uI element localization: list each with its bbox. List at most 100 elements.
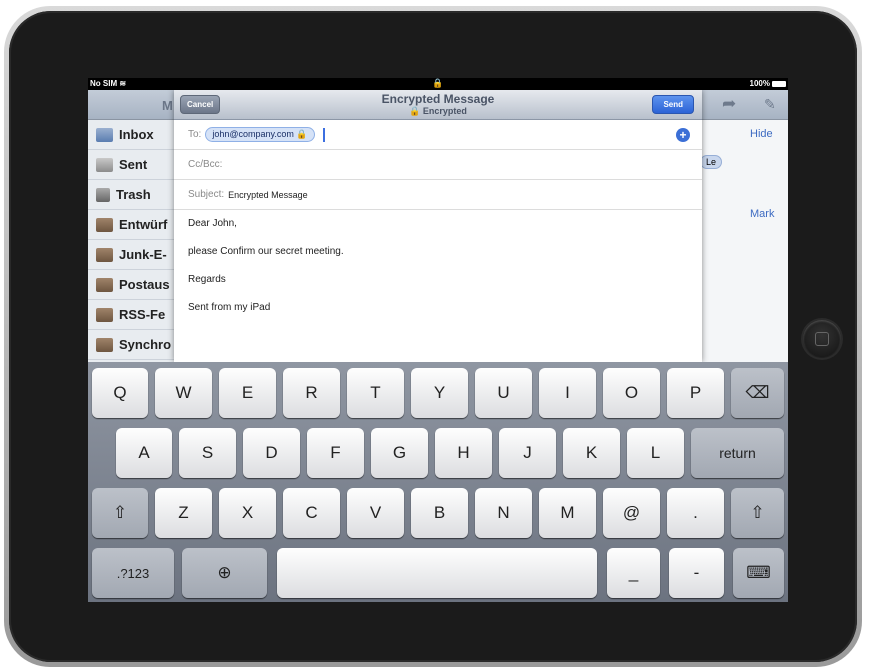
key-period[interactable]: .	[667, 488, 724, 538]
mailbox-rss[interactable]: RSS-Fe	[88, 300, 188, 330]
to-field[interactable]: To: john@company.com 🔒 +	[174, 120, 702, 150]
cc-bcc-label: Cc/Bcc:	[188, 159, 223, 170]
return-key[interactable]: return	[691, 428, 784, 478]
recipient-chip-fragment: Le	[700, 155, 723, 169]
shift-key-right[interactable]: ⇧	[731, 488, 784, 538]
compose-sheet: Cancel Encrypted Message 🔒 Encrypted Sen…	[174, 90, 702, 362]
subject-label: Subject:	[188, 189, 225, 200]
mailbox-label: Synchro	[119, 337, 172, 352]
key-o[interactable]: O	[603, 368, 660, 418]
backspace-icon: ⌫	[745, 383, 770, 402]
key-at[interactable]: @	[603, 488, 660, 538]
key-t[interactable]: T	[347, 368, 404, 418]
hide-button[interactable]: Hide	[750, 128, 773, 140]
key-d[interactable]: D	[243, 428, 300, 478]
key-j[interactable]: J	[499, 428, 556, 478]
mailbox-label: Inbox	[119, 127, 154, 142]
trash-icon	[96, 187, 110, 202]
key-w[interactable]: W	[155, 368, 212, 418]
mailbox-junk[interactable]: Junk-E-	[88, 240, 188, 270]
key-n[interactable]: N	[475, 488, 532, 538]
key-m[interactable]: M	[539, 488, 596, 538]
compose-title: Encrypted Message	[381, 92, 495, 106]
mailbox-title-fragment: M	[162, 98, 173, 113]
compose-icon[interactable]: ✎	[764, 96, 776, 113]
mailbox-drafts[interactable]: Entwürf	[88, 210, 188, 240]
globe-key[interactable]: ⊕	[182, 548, 267, 598]
key-y[interactable]: Y	[411, 368, 468, 418]
carrier-label: No SIM ≋	[90, 79, 127, 88]
key-r[interactable]: R	[283, 368, 340, 418]
shift-icon: ⇧	[750, 503, 765, 522]
home-button[interactable]	[803, 320, 841, 358]
key-p[interactable]: P	[667, 368, 724, 418]
body-line: Dear John,	[188, 218, 237, 229]
mailbox-label: RSS-Fe	[119, 307, 166, 322]
reply-icon[interactable]: ➦	[722, 94, 736, 114]
key-i[interactable]: I	[539, 368, 596, 418]
key-b[interactable]: B	[411, 488, 468, 538]
send-button[interactable]: Send	[652, 95, 694, 114]
mailbox-sent[interactable]: Sent	[88, 150, 188, 180]
encrypted-label: Encrypted	[422, 106, 467, 116]
text-cursor	[322, 127, 325, 142]
key-underscore[interactable]: _	[607, 548, 660, 598]
folder-icon	[96, 217, 113, 232]
key-dash[interactable]: -	[669, 548, 724, 598]
status-bar: No SIM ≋ 🔒 100%	[88, 78, 788, 90]
key-e[interactable]: E	[219, 368, 276, 418]
key-s[interactable]: S	[179, 428, 236, 478]
battery-icon	[772, 80, 786, 87]
key-l[interactable]: L	[627, 428, 684, 478]
space-bar[interactable]	[277, 548, 597, 598]
subject-value: Encrypted Message	[228, 189, 308, 200]
mailbox-trash[interactable]: Trash	[88, 180, 188, 210]
screen: No SIM ≋ 🔒 100% M ➦ ✎ Inbox Sent Trash E…	[88, 78, 788, 602]
key-k[interactable]: K	[563, 428, 620, 478]
keyboard-icon: ⌨	[746, 563, 771, 582]
key-a[interactable]: A	[116, 428, 172, 478]
key-f[interactable]: F	[307, 428, 364, 478]
key-u[interactable]: U	[475, 368, 532, 418]
numbers-key[interactable]: .?123	[92, 548, 174, 598]
key-h[interactable]: H	[435, 428, 492, 478]
key-c[interactable]: C	[283, 488, 340, 538]
recipient-address: john@company.com	[212, 129, 294, 139]
add-contact-icon[interactable]: +	[676, 128, 690, 142]
body-line: Sent from my iPad	[188, 302, 271, 313]
mark-button[interactable]: Mark	[750, 208, 774, 220]
dismiss-keyboard-key[interactable]: ⌨	[733, 548, 784, 598]
key-x[interactable]: X	[219, 488, 276, 538]
key-v[interactable]: V	[347, 488, 404, 538]
inbox-icon	[96, 127, 113, 142]
folder-icon	[96, 247, 113, 262]
recipient-chip[interactable]: john@company.com 🔒	[205, 127, 315, 142]
subject-field[interactable]: Subject: Encrypted Message	[174, 180, 702, 210]
body-line: Regards	[188, 274, 226, 285]
mailbox-outbox[interactable]: Postaus	[88, 270, 188, 300]
cc-bcc-field[interactable]: Cc/Bcc:	[174, 150, 702, 180]
sent-icon	[96, 157, 113, 172]
mailbox-label: Junk-E-	[119, 247, 167, 262]
battery-indicator: 100%	[750, 79, 786, 88]
mailbox-label: Sent	[119, 157, 148, 172]
key-q[interactable]: Q	[92, 368, 148, 418]
encrypted-subtitle: 🔒 Encrypted	[174, 106, 702, 117]
mailbox-inbox[interactable]: Inbox	[88, 120, 188, 150]
folder-icon	[96, 337, 113, 352]
mailbox-label: Trash	[116, 187, 151, 202]
shift-key-left[interactable]: ⇧	[92, 488, 148, 538]
mailbox-list: Inbox Sent Trash Entwürf Junk-E- Postaus…	[88, 120, 188, 362]
key-z[interactable]: Z	[155, 488, 212, 538]
shift-icon: ⇧	[112, 503, 128, 522]
globe-icon: ⊕	[217, 563, 232, 582]
mailbox-label: Postaus	[119, 277, 170, 292]
delete-key[interactable]: ⌫	[731, 368, 784, 418]
key-g[interactable]: G	[371, 428, 428, 478]
padlock-icon: 🔒	[409, 106, 421, 116]
to-label: To:	[188, 129, 202, 140]
message-body[interactable]: Dear John, please Confirm our secret mee…	[174, 210, 702, 338]
folder-icon	[96, 277, 113, 292]
mailbox-sync[interactable]: Synchro	[88, 330, 188, 360]
compose-navbar: Cancel Encrypted Message 🔒 Encrypted Sen…	[174, 90, 702, 120]
